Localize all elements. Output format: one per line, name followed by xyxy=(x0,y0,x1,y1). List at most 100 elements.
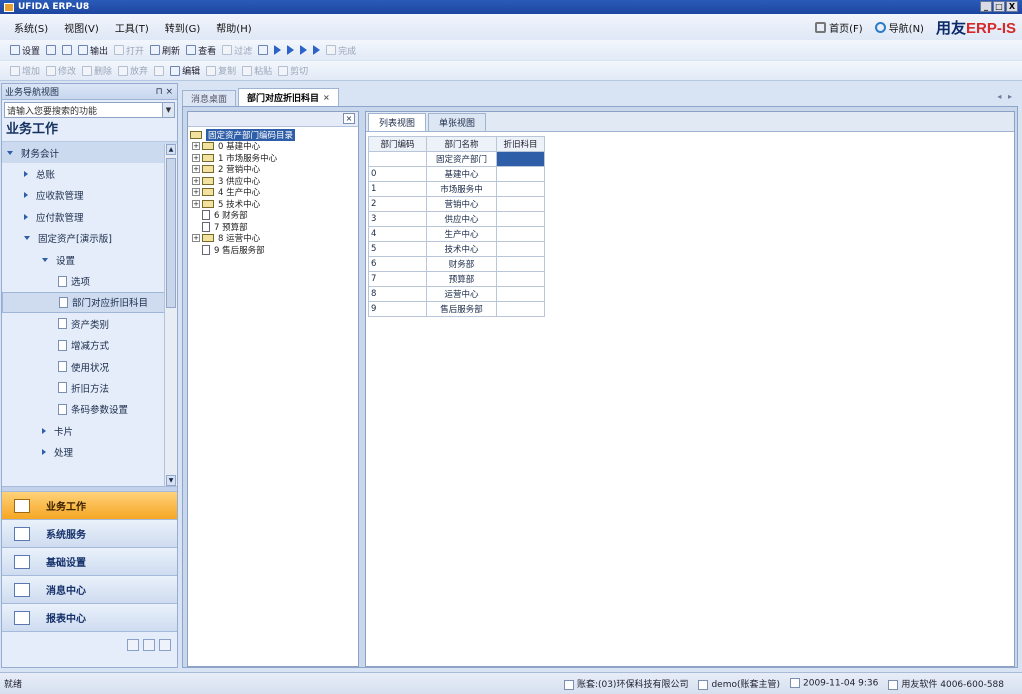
tree-node[interactable]: 6 财务部 xyxy=(188,210,358,221)
nav-item-change-method[interactable]: 增减方式 xyxy=(2,335,177,356)
cell-code[interactable]: 2 xyxy=(368,196,427,212)
last-button[interactable] xyxy=(313,45,321,55)
expand-icon[interactable]: + xyxy=(192,199,200,208)
table-row[interactable]: 4 生产中心 xyxy=(368,226,545,242)
nav-item-ar[interactable]: 应收款管理 xyxy=(2,185,177,206)
menu-view[interactable]: 视图(V) xyxy=(64,20,99,35)
menu-tools[interactable]: 工具(T) xyxy=(115,20,149,35)
col-depreciation-account[interactable]: 折旧科目 xyxy=(496,136,545,152)
cell-code[interactable]: 4 xyxy=(368,226,427,242)
cell-account[interactable] xyxy=(496,256,545,272)
delete-button[interactable]: 删除 xyxy=(82,64,112,77)
maximize-button[interactable]: □ xyxy=(993,1,1005,12)
nav-item-processing[interactable]: 处理 xyxy=(2,441,177,462)
tab-message-desktop[interactable]: 消息桌面 xyxy=(182,90,237,106)
cell-name[interactable]: 生产中心 xyxy=(426,226,497,242)
tree-node[interactable]: +0 基建中心 xyxy=(188,141,358,152)
section-message-center[interactable]: 消息中心 xyxy=(2,576,177,604)
cell-code[interactable]: 0 xyxy=(368,166,427,182)
cell-name[interactable]: 固定资产部门 xyxy=(426,151,497,167)
nav-item-barcode-settings[interactable]: 条码参数设置 xyxy=(2,399,177,420)
modify-button[interactable]: 修改 xyxy=(46,64,76,77)
menu-help[interactable]: 帮助(H) xyxy=(216,20,251,35)
section-report-center[interactable]: 报表中心 xyxy=(2,604,177,632)
tree-node[interactable]: +1 市场服务中心 xyxy=(188,152,358,164)
expand-icon[interactable]: + xyxy=(192,142,200,151)
table-row[interactable]: 5 技术中心 xyxy=(368,241,545,257)
cell-name[interactable]: 运营中心 xyxy=(426,286,497,302)
expand-icon[interactable]: + xyxy=(192,165,200,174)
nav-scrollbar[interactable]: ▲ ▼ xyxy=(164,144,177,486)
tab-single-view[interactable]: 单张视图 xyxy=(428,113,486,131)
nav-item-settings[interactable]: 设置 xyxy=(2,249,177,270)
cell-account[interactable] xyxy=(496,301,545,317)
section-system-service[interactable]: 系统服务 xyxy=(2,520,177,548)
filter-button[interactable]: 过滤 xyxy=(222,44,252,57)
cell-account[interactable] xyxy=(496,241,545,257)
prev-button[interactable] xyxy=(287,45,295,55)
cell-account[interactable] xyxy=(496,286,545,302)
print-button[interactable] xyxy=(46,45,57,55)
open-button[interactable]: 打开 xyxy=(114,44,144,57)
cell-account[interactable] xyxy=(496,226,545,242)
nav-pin-close[interactable]: ⊓ × xyxy=(156,87,173,97)
tool-icon[interactable] xyxy=(127,639,139,651)
cell-code[interactable]: 1 xyxy=(368,181,427,197)
view-button[interactable]: 查看 xyxy=(186,44,216,57)
expand-icon[interactable]: + xyxy=(192,176,200,185)
nav-item-asset-category[interactable]: 资产类别 xyxy=(2,313,177,334)
expand-icon[interactable]: + xyxy=(192,153,200,162)
table-row[interactable]: 1 市场服务中 xyxy=(368,181,545,197)
home-link[interactable]: 首页(F) xyxy=(815,20,863,35)
nav-item-ap[interactable]: 应付款管理 xyxy=(2,206,177,227)
cell-account[interactable] xyxy=(496,151,545,167)
nav-search-input[interactable]: 请输入您要搜索的功能 ▼ xyxy=(4,102,175,118)
cell-account[interactable] xyxy=(496,211,545,227)
col-dept-name[interactable]: 部门名称 xyxy=(426,136,497,152)
settings-button[interactable]: 设置 xyxy=(10,44,40,57)
cell-account[interactable] xyxy=(496,271,545,287)
nav-item-gl[interactable]: 总账 xyxy=(2,163,177,184)
table-row[interactable]: 3 供应中心 xyxy=(368,211,545,227)
finish-button[interactable]: 完成 xyxy=(326,44,356,57)
edit-button[interactable]: 编辑 xyxy=(170,64,200,77)
minimize-button[interactable]: _ xyxy=(980,1,992,12)
cell-name[interactable]: 供应中心 xyxy=(426,211,497,227)
cell-account[interactable] xyxy=(496,196,545,212)
refresh-button[interactable]: 刷新 xyxy=(150,44,180,57)
close-button[interactable]: X xyxy=(1006,1,1018,12)
cell-code[interactable]: 3 xyxy=(368,211,427,227)
first-button[interactable] xyxy=(274,45,282,55)
close-icon[interactable]: × xyxy=(343,113,355,124)
cell-name[interactable]: 售后服务部 xyxy=(426,301,497,317)
cell-name[interactable]: 营销中心 xyxy=(426,196,497,212)
tab-list-view[interactable]: 列表视图 xyxy=(368,113,426,131)
preview-button[interactable] xyxy=(62,45,73,55)
tree-node[interactable]: +8 运营中心 xyxy=(188,233,358,244)
expand-icon[interactable]: + xyxy=(192,188,200,197)
cell-code[interactable] xyxy=(368,151,427,167)
section-business-work[interactable]: 业务工作 xyxy=(2,492,177,520)
table-row[interactable]: 固定资产部门 xyxy=(368,151,545,167)
cancel-button[interactable]: 放弃 xyxy=(118,64,148,77)
scroll-down-icon[interactable]: ▼ xyxy=(166,475,176,486)
table-row[interactable]: 0 基建中心 xyxy=(368,166,545,182)
table-row[interactable]: 2 营销中心 xyxy=(368,196,545,212)
tree-node[interactable]: +3 供应中心 xyxy=(188,175,358,187)
cell-code[interactable]: 9 xyxy=(368,301,427,317)
add-button[interactable]: 增加 xyxy=(10,64,40,77)
locate-button[interactable] xyxy=(258,45,269,55)
cell-code[interactable]: 5 xyxy=(368,241,427,257)
tree-node[interactable]: +2 营销中心 xyxy=(188,164,358,175)
nav-item-depreciation-method[interactable]: 折旧方法 xyxy=(2,377,177,398)
scroll-thumb[interactable] xyxy=(166,158,176,308)
cell-code[interactable]: 7 xyxy=(368,271,427,287)
cell-account[interactable] xyxy=(496,181,545,197)
nav-item-usage-status[interactable]: 使用状况 xyxy=(2,356,177,377)
table-row[interactable]: 8 运营中心 xyxy=(368,286,545,302)
copy-button[interactable]: 复制 xyxy=(206,64,236,77)
cell-name[interactable]: 预算部 xyxy=(426,271,497,287)
paste-button[interactable]: 粘贴 xyxy=(242,64,272,77)
nav-link[interactable]: 导航(N) xyxy=(874,20,924,35)
tab-dept-depreciation[interactable]: 部门对应折旧科目 × xyxy=(238,88,339,106)
